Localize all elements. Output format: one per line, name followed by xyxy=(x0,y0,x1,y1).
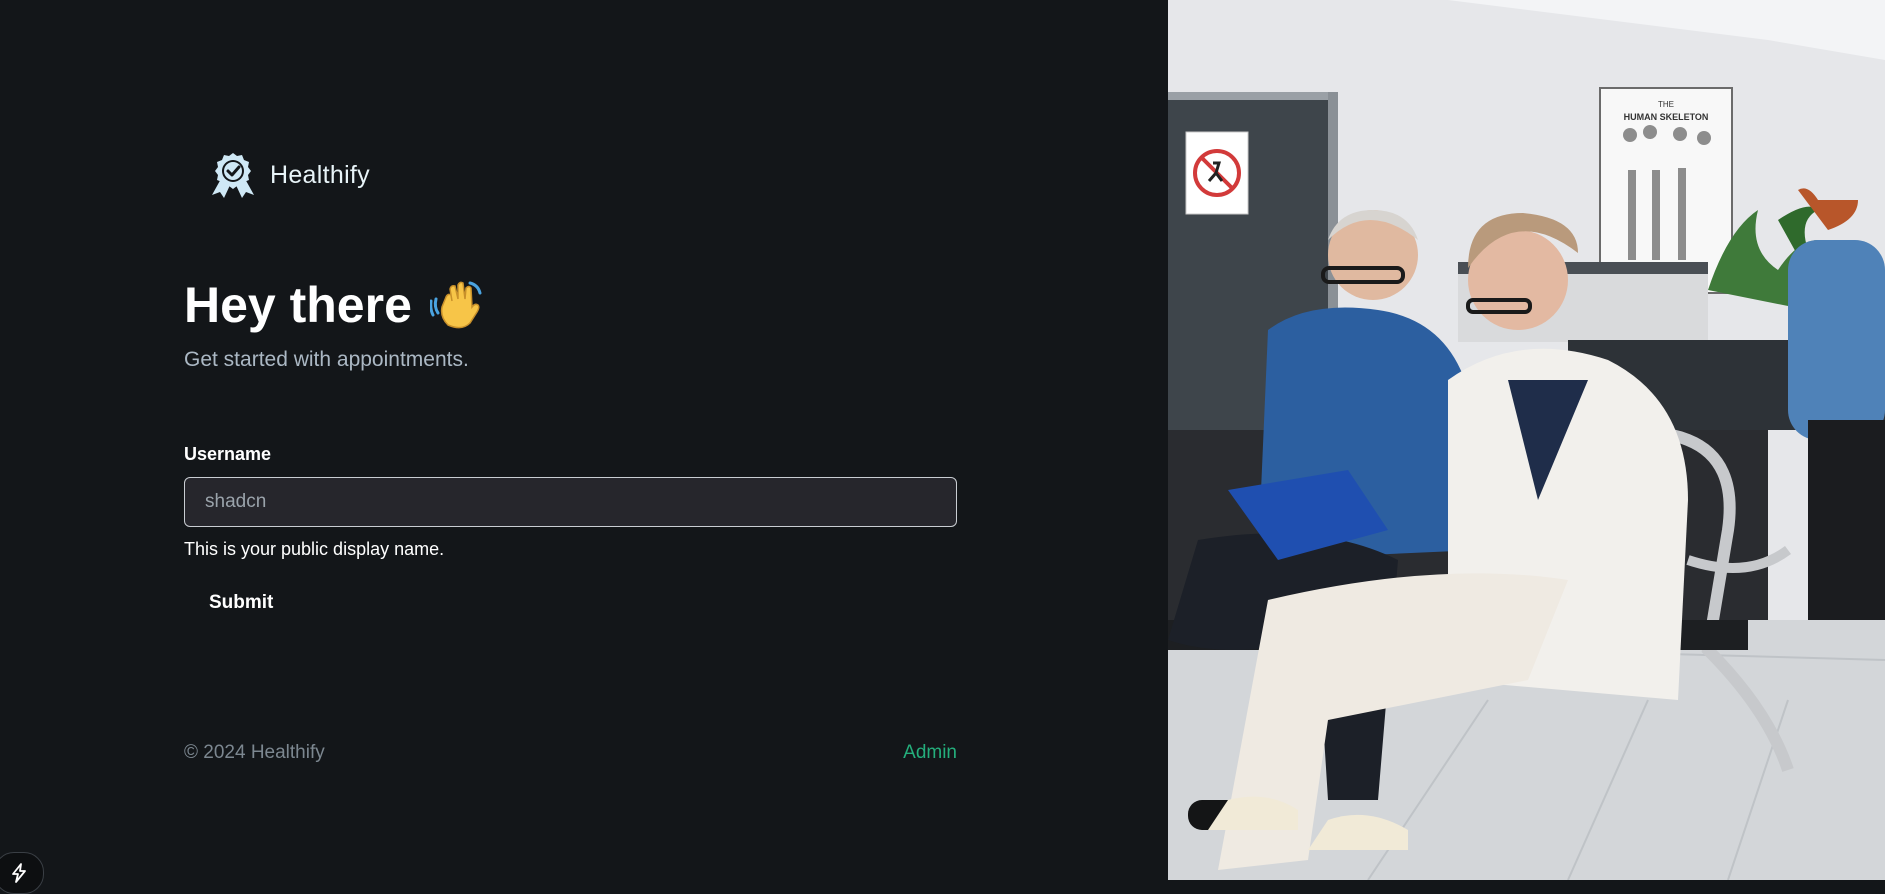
submit-button[interactable]: Submit xyxy=(184,582,298,624)
waving-hand-icon xyxy=(429,281,482,329)
award-badge-icon xyxy=(212,153,254,198)
footer: © 2024 Healthify Admin xyxy=(184,742,957,764)
onboarding-page: Healthify Hey there Get started with app… xyxy=(0,0,1885,894)
hero-image: THE HUMAN SKELETON xyxy=(1168,0,1885,880)
brand-logo: Healthify xyxy=(204,151,370,199)
poster-title: THE xyxy=(1658,100,1674,109)
username-form: Username This is your public display nam… xyxy=(184,444,957,624)
brand-name: Healthify xyxy=(270,160,370,189)
page-title: Hey there xyxy=(184,276,486,334)
hero: Hey there Get started with appointments. xyxy=(184,276,486,372)
copyright-text: © 2024 Healthify xyxy=(184,742,325,763)
form-panel: Healthify Hey there Get started with app… xyxy=(0,0,1168,894)
username-input[interactable] xyxy=(184,477,957,527)
lightning-bolt-icon xyxy=(12,863,26,883)
devtools-indicator[interactable] xyxy=(0,852,44,894)
page-subtitle: Get started with appointments. xyxy=(184,348,469,371)
poster-subtitle: HUMAN SKELETON xyxy=(1624,112,1709,122)
waiting-room-illustration: THE HUMAN SKELETON xyxy=(1168,0,1885,880)
username-label: Username xyxy=(184,444,272,464)
page-title-text: Hey there xyxy=(184,277,412,333)
admin-link[interactable]: Admin xyxy=(903,742,957,764)
username-hint: This is your public display name. xyxy=(184,539,445,559)
